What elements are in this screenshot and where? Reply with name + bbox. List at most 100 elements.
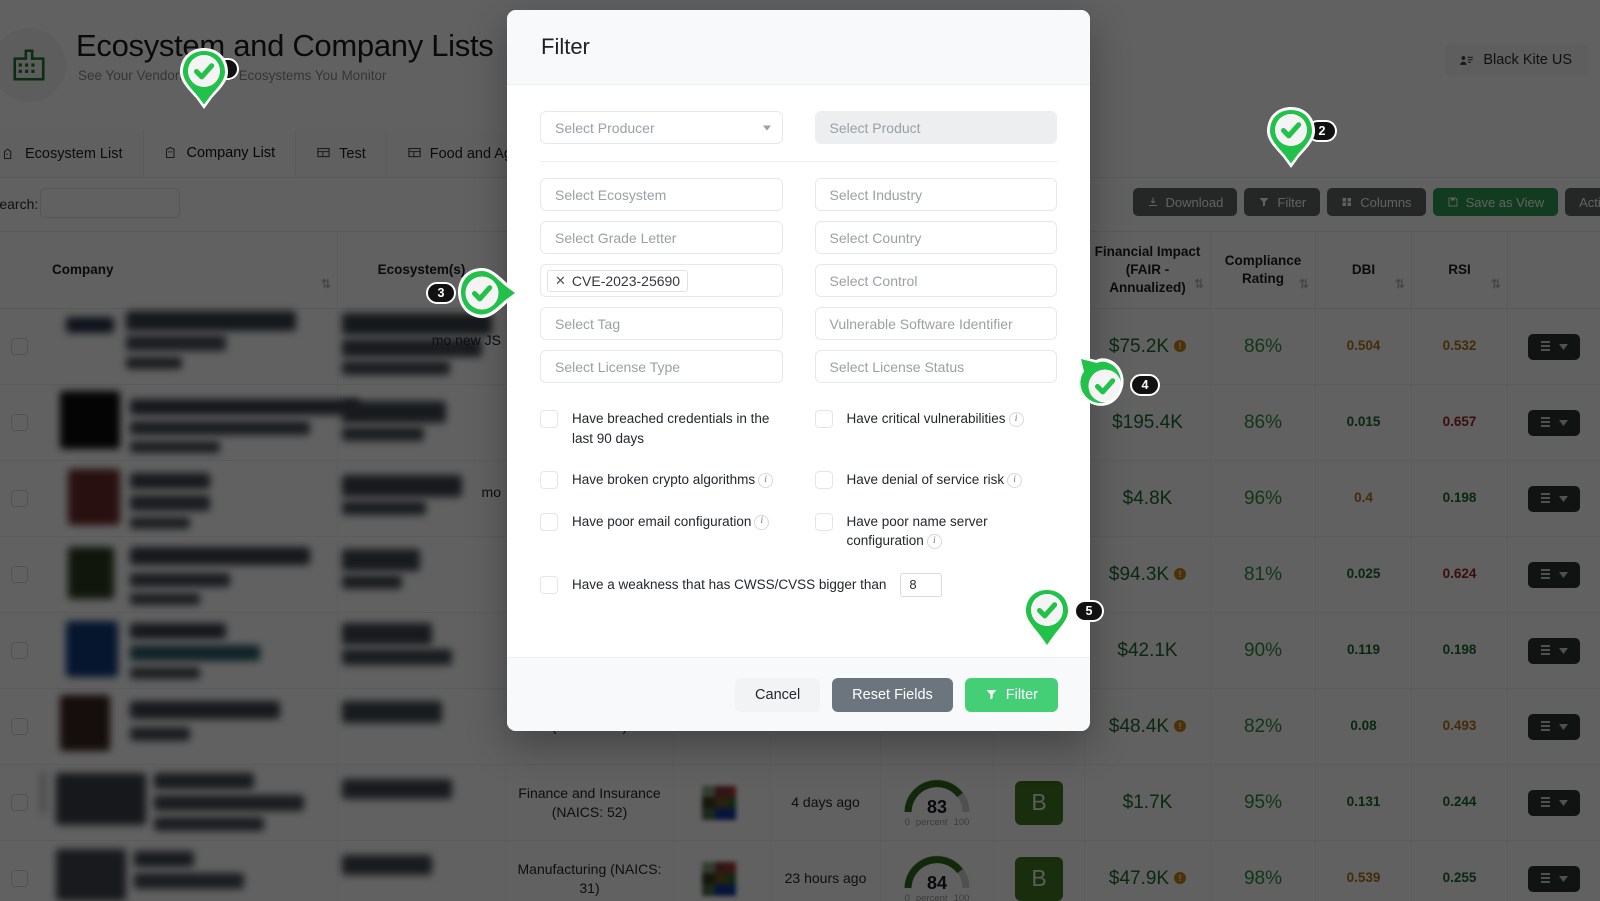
ecosystems-cell[interactable] (338, 537, 506, 612)
row-actions-button[interactable] (1528, 713, 1580, 740)
actions-button[interactable]: Actio (1565, 188, 1600, 216)
column-header-compliance-rating[interactable]: Compliance Rating ⇅ (1211, 232, 1316, 308)
ecosystems-cell[interactable] (338, 385, 506, 460)
cancel-button[interactable]: Cancel (735, 677, 821, 712)
checkbox-critical-vulnerabilities[interactable]: Have critical vulnerabilities i (814, 409, 1058, 448)
row-actions-button[interactable] (1528, 409, 1580, 436)
row-select-cell[interactable] (0, 613, 38, 688)
row-actions-button[interactable] (1528, 637, 1580, 664)
company-cell[interactable] (38, 765, 338, 840)
download-button[interactable]: Download (1132, 188, 1238, 216)
row-actions-cell[interactable] (1508, 309, 1600, 384)
select-industry-field[interactable]: Select Industry (814, 178, 1057, 211)
remove-token-icon[interactable]: ✕ (555, 274, 566, 287)
row-checkbox[interactable] (10, 414, 28, 431)
row-select-cell[interactable] (0, 537, 38, 612)
checkbox-box[interactable] (814, 471, 833, 490)
checkbox-box[interactable] (814, 410, 833, 428)
row-checkbox[interactable] (10, 490, 28, 507)
table-row[interactable]: Finance and Insurance (NAICS: 52) 4 days … (0, 765, 1600, 841)
table-row[interactable]: Manufacturing (NAICS: 31) 23 hours ago 84 0… (0, 841, 1600, 901)
reset-fields-button[interactable]: Reset Fields (832, 677, 953, 712)
info-icon[interactable]: i (1008, 411, 1024, 427)
checkbox-poor-email-config[interactable]: Have poor email configuration i (540, 512, 783, 551)
user-account-chip[interactable]: Black Kite US (1445, 44, 1588, 76)
info-icon[interactable]: i (758, 473, 774, 489)
column-header-company[interactable]: Company ⇅ (38, 232, 338, 308)
company-cell[interactable] (38, 385, 360, 460)
info-icon[interactable]: i (754, 514, 770, 530)
company-cell[interactable] (38, 841, 338, 901)
row-select-cell[interactable] (0, 385, 38, 460)
select-control-field[interactable]: Select Control (814, 264, 1057, 297)
row-select-cell[interactable] (0, 689, 38, 764)
select-grade-letter-field[interactable]: Select Grade Letter (540, 221, 783, 254)
ecosystems-cell[interactable] (338, 841, 506, 901)
filter-button[interactable]: Filter (1244, 188, 1321, 216)
row-select-cell[interactable] (0, 461, 38, 536)
row-actions-button[interactable] (1528, 561, 1580, 588)
checkbox-denial-of-service[interactable]: Have denial of service risk i (814, 470, 1058, 490)
row-actions-cell[interactable] (1508, 841, 1600, 901)
select-product-field[interactable]: Select Product (814, 111, 1057, 144)
vulnerable-software-identifier-field[interactable]: Vulnerable Software Identifier (814, 307, 1057, 340)
row-select-cell[interactable] (0, 309, 38, 384)
checkbox-box[interactable] (814, 512, 833, 531)
row-actions-cell[interactable] (1508, 385, 1600, 460)
column-header-dbi[interactable]: DBI ⇅ (1316, 232, 1412, 308)
company-cell[interactable] (38, 689, 338, 764)
row-actions-cell[interactable] (1508, 537, 1600, 612)
row-actions-button[interactable] (1528, 485, 1580, 512)
checkbox-box[interactable] (540, 471, 558, 490)
save-as-view-button[interactable]: Save as View (1432, 188, 1559, 216)
checkbox-weakness-threshold[interactable] (540, 576, 558, 595)
select-license-status-field[interactable]: Select License Status (814, 350, 1057, 383)
checkbox-box[interactable] (540, 512, 558, 531)
columns-button[interactable]: Columns (1327, 188, 1426, 216)
tab-company-list[interactable]: Company List (143, 130, 297, 177)
search-input[interactable] (40, 188, 180, 218)
select-license-type-field[interactable]: Select License Type (540, 350, 783, 383)
column-header-rsi[interactable]: RSI ⇅ (1412, 232, 1508, 308)
cwss-cvss-threshold-input[interactable]: 8 (900, 572, 943, 597)
row-checkbox[interactable] (10, 338, 28, 355)
ecosystems-cell[interactable] (338, 689, 506, 764)
row-actions-cell[interactable] (1508, 461, 1600, 536)
row-checkbox[interactable] (10, 718, 28, 735)
column-header-financial-impact[interactable]: Financial Impact (FAIR - Annualized) ⇅ (1085, 232, 1211, 308)
company-cell[interactable] (38, 613, 338, 688)
checkbox-breached-credentials[interactable]: Have breached credentials in the last 90… (540, 409, 783, 448)
row-select-cell[interactable] (0, 841, 38, 901)
row-select-cell[interactable] (0, 765, 38, 840)
row-actions-cell[interactable] (1508, 689, 1600, 764)
row-actions-button[interactable] (1528, 865, 1580, 892)
row-checkbox[interactable] (10, 566, 28, 583)
row-checkbox[interactable] (10, 870, 28, 887)
row-actions-cell[interactable] (1508, 765, 1600, 840)
company-cell[interactable] (38, 309, 338, 384)
row-actions-button[interactable] (1528, 333, 1580, 360)
tab-ecosystem-list[interactable]: Ecosystem List (0, 130, 144, 177)
row-checkbox[interactable] (10, 794, 28, 811)
ecosystems-cell[interactable]: mo (338, 461, 506, 536)
info-icon[interactable]: i (1007, 473, 1023, 489)
checkbox-broken-crypto[interactable]: Have broken crypto algorithms i (540, 470, 783, 490)
select-tag-field[interactable]: Select Tag (540, 307, 783, 340)
apply-filter-button[interactable]: Filter (964, 677, 1058, 712)
ecosystems-cell[interactable] (338, 613, 506, 688)
row-checkbox[interactable] (10, 642, 28, 659)
ecosystems-cell[interactable] (338, 765, 506, 840)
select-producer-dropdown[interactable]: Select Producer (540, 111, 783, 144)
select-country-field[interactable]: Select Country (814, 221, 1057, 254)
select-ecosystem-field[interactable]: Select Ecosystem (540, 178, 783, 211)
cve-field[interactable]: ✕ CVE-2023-25690 (540, 264, 783, 297)
checkbox-poor-name-server-config[interactable]: Have poor name server configuration i (814, 512, 1058, 551)
row-actions-button[interactable] (1528, 789, 1580, 816)
cve-token[interactable]: ✕ CVE-2023-25690 (547, 269, 689, 292)
row-actions-cell[interactable] (1508, 613, 1600, 688)
checkbox-box[interactable] (540, 410, 558, 428)
tab-test[interactable]: Test (296, 130, 387, 177)
info-icon[interactable]: i (926, 534, 942, 550)
company-cell[interactable] (38, 537, 338, 612)
company-cell[interactable] (38, 461, 338, 536)
